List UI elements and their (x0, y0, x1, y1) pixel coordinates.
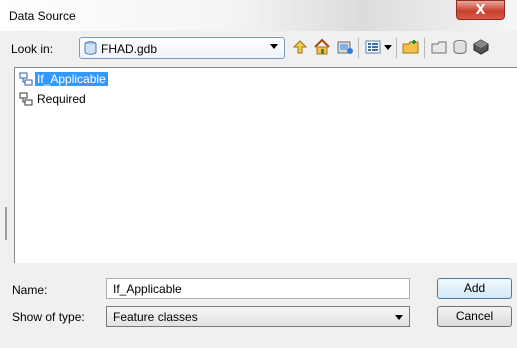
list-view-icon[interactable] (364, 38, 382, 56)
toolbar-separator (396, 38, 397, 58)
look-in-label: Look in: (11, 42, 54, 56)
file-list[interactable]: If_Applicable Required (14, 67, 517, 263)
look-in-value: FHAD.gdb (101, 42, 158, 56)
window-title: Data Source (9, 9, 76, 23)
cancel-button[interactable]: Cancel (437, 306, 512, 327)
new-file-geodatabase-icon[interactable] (430, 38, 448, 56)
list-item-label: If_Applicable (35, 72, 108, 86)
show-of-type-dropdown[interactable]: Feature classes (106, 306, 410, 327)
new-personal-geodatabase-icon[interactable] (451, 38, 469, 56)
arcsde-connection-icon[interactable] (472, 38, 490, 56)
show-of-type-label: Show of type: (12, 310, 85, 324)
title-bar[interactable]: Data Source X (0, 0, 517, 31)
look-in-dropdown[interactable]: FHAD.gdb (79, 37, 285, 59)
add-button[interactable]: Add (437, 278, 512, 299)
geodatabase-icon (84, 41, 97, 55)
show-of-type-value: Feature classes (113, 310, 198, 324)
catalog-connect-icon[interactable] (336, 38, 354, 56)
feature-dataset-icon (19, 72, 33, 86)
view-menu-arrow-icon[interactable] (383, 38, 393, 56)
chevron-down-icon[interactable] (270, 44, 278, 49)
resize-mark (5, 207, 7, 240)
left-edge (0, 60, 14, 270)
feature-dataset-icon (19, 92, 33, 106)
up-one-level-icon[interactable] (291, 38, 309, 56)
data-source-dialog: Data Source X Look in: FHAD.gdb If_Appli… (0, 0, 517, 348)
name-label: Name: (12, 283, 48, 297)
close-icon: X (475, 2, 486, 18)
toolbar-separator (358, 38, 359, 58)
toolbar-separator (424, 38, 425, 58)
list-item-label: Required (37, 92, 86, 106)
home-icon[interactable] (313, 38, 331, 56)
close-button[interactable]: X (456, 0, 505, 20)
name-input[interactable]: If_Applicable (106, 278, 410, 299)
new-folder-icon[interactable] (402, 38, 420, 56)
chevron-down-icon[interactable] (395, 315, 403, 320)
